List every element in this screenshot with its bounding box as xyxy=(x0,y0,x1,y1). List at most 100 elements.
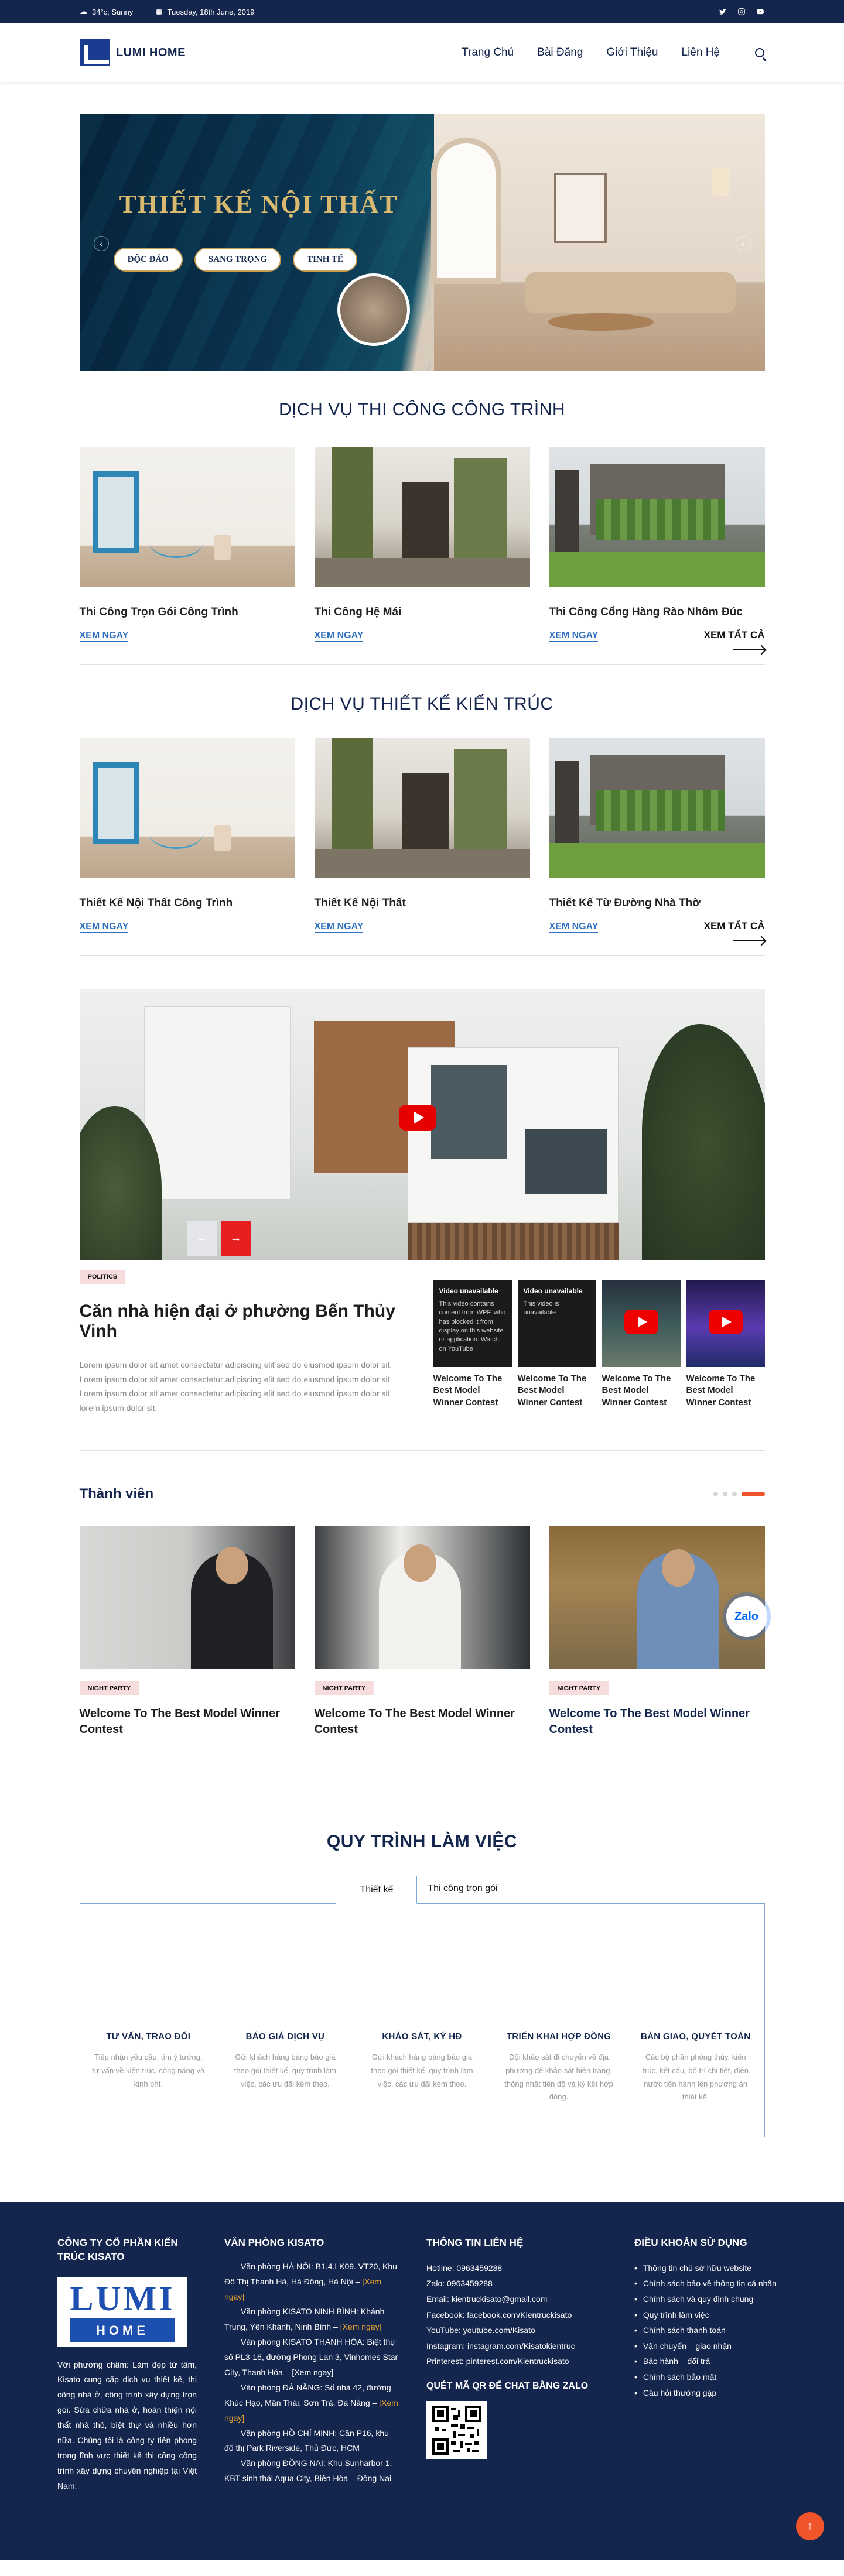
hero-pills: ĐỘC ĐÁO SANG TRỌNG TINH TẾ xyxy=(113,248,357,272)
view-now-link[interactable]: XEM NGAY xyxy=(79,631,129,642)
office-link[interactable]: [Xem ngay] xyxy=(340,2322,382,2331)
terms-link[interactable]: Chính sách bảo mật xyxy=(634,2369,787,2385)
top-bar: ☁ 34°c, Sunny ▦ Tuesday, 18th June, 2019 xyxy=(0,0,844,23)
member-card: NIGHT PARTY Welcome To The Best Model Wi… xyxy=(549,1526,765,1738)
search-icon[interactable] xyxy=(755,48,764,57)
service-caption[interactable]: Thi Công Cổng Hàng Rào Nhôm Đúc xyxy=(549,606,765,619)
member-photo[interactable] xyxy=(549,1526,765,1669)
member-photo[interactable] xyxy=(79,1526,295,1669)
service-image[interactable] xyxy=(79,738,295,878)
instagram-icon[interactable] xyxy=(737,8,746,16)
contact-facebook[interactable]: Facebook: facebook.com/Kientruckisato xyxy=(426,2307,608,2323)
arrow-left-icon[interactable]: ← xyxy=(187,1221,217,1256)
weather-info: ☁ 34°c, Sunny xyxy=(80,7,133,16)
service-caption[interactable]: Thiết Kế Từ Đường Nhà Thờ xyxy=(549,897,765,910)
view-now-link[interactable]: XEM NGAY xyxy=(549,631,599,642)
youtube-play-icon[interactable] xyxy=(624,1310,658,1334)
weather-text: 34°c, Sunny xyxy=(92,7,134,16)
hero-slider: THIẾT KẾ NỘI THẤT ĐỘC ĐÁO SANG TRỌNG TIN… xyxy=(79,114,765,371)
office-address: Văn phòng ĐÀ NẴNG: Số nhà 42, đường Khúc… xyxy=(224,2382,398,2423)
carousel-dot[interactable] xyxy=(722,1492,727,1496)
hero-pill: ĐỘC ĐÁO xyxy=(113,248,183,272)
view-now-link[interactable]: XEM NGAY xyxy=(314,631,364,642)
carousel-dot-active[interactable] xyxy=(741,1492,765,1496)
view-now-link[interactable]: XEM NGAY xyxy=(549,922,599,933)
contact-zalo[interactable]: Zalo: 0963459288 xyxy=(426,2276,608,2291)
video-title[interactable]: Căn nhà hiện đại ở phường Bến Thủy Vinh xyxy=(80,1301,419,1341)
contact-hotline[interactable]: Hotline: 0963459288 xyxy=(426,2260,608,2276)
service-image[interactable] xyxy=(314,738,530,878)
terms-link[interactable]: Thông tin chủ sở hữu website xyxy=(634,2260,787,2276)
youtube-play-icon[interactable] xyxy=(398,1105,436,1131)
service-image[interactable] xyxy=(314,447,530,587)
member-tag[interactable]: NIGHT PARTY xyxy=(549,1681,609,1695)
view-now-link[interactable]: XEM NGAY xyxy=(314,922,364,933)
site-logo[interactable]: LUMI HOME xyxy=(80,39,186,66)
terms-link[interactable]: Quy trình làm việc xyxy=(634,2307,787,2323)
youtube-icon[interactable] xyxy=(756,8,764,16)
footer-terms-title: ĐIỀU KHOẢN SỬ DỤNG xyxy=(634,2237,747,2248)
back-to-top-icon[interactable]: ↑ xyxy=(796,2512,824,2540)
member-name[interactable]: Welcome To The Best Model Winner Contest xyxy=(315,1706,530,1738)
member-name[interactable]: Welcome To The Best Model Winner Contest xyxy=(549,1706,765,1738)
process-step: TRIỂN KHAI HỢP ĐỒNG Đội khảo sát đi chuy… xyxy=(500,2032,617,2137)
thumb-caption[interactable]: Welcome To The Best Model Winner Contest xyxy=(602,1373,681,1409)
contact-email[interactable]: Email: kientruckisato@gmail.com xyxy=(426,2291,608,2307)
nav-about[interactable]: Giới Thiệu xyxy=(606,46,658,59)
contact-youtube[interactable]: YouTube: youtube.com/Kisato xyxy=(426,2322,608,2338)
member-tag[interactable]: NIGHT PARTY xyxy=(314,1681,374,1695)
terms-link[interactable]: Vận chuyển – giao nhận xyxy=(634,2338,787,2354)
footer-offices-title: VĂN PHÒNG KISATO xyxy=(224,2237,324,2248)
tab-full-construction[interactable]: Thi công trọn gói xyxy=(417,1875,508,1903)
member-photo[interactable] xyxy=(314,1526,530,1669)
contact-pinterest[interactable]: Printerest: pinterest.com/Kientruckisato xyxy=(426,2354,608,2369)
tab-design[interactable]: Thiết kế xyxy=(336,1876,418,1904)
service-caption[interactable]: Thi Công Hệ Mái xyxy=(315,606,530,619)
video-thumbnails: Video unavailable This video contains co… xyxy=(433,1280,765,1415)
carousel-dot[interactable] xyxy=(732,1492,737,1496)
member-tag[interactable]: NIGHT PARTY xyxy=(79,1681,139,1695)
terms-link[interactable]: Bảo hành – đổi trả xyxy=(634,2354,787,2369)
featured-video[interactable]: ← → xyxy=(79,989,765,1260)
footer-contact: THÔNG TIN LIÊN HỆ Hotline: 0963459288 Za… xyxy=(426,2236,608,2494)
logo-mark-icon xyxy=(80,39,110,66)
terms-link[interactable]: Chính sách bảo vệ thông tin cá nhân xyxy=(634,2276,787,2291)
service-image[interactable] xyxy=(549,738,765,878)
twitter-icon[interactable] xyxy=(719,8,727,16)
service-caption[interactable]: Thi Công Trọn Gói Công Trình xyxy=(80,606,295,619)
terms-link[interactable]: Chính sách thanh toán xyxy=(634,2322,787,2338)
nav-posts[interactable]: Bài Đăng xyxy=(537,46,583,59)
step-text: Đội khảo sát đi chuyển về địa phương để … xyxy=(504,2053,613,2102)
service-card: Thiết Kế Từ Đường Nhà Thờ XEM NGAY xyxy=(549,738,765,933)
hero-next-arrow-icon[interactable]: › xyxy=(735,236,751,251)
member-name[interactable]: Welcome To The Best Model Winner Contest xyxy=(80,1706,295,1738)
youtube-play-icon[interactable] xyxy=(708,1310,743,1334)
process-panel: TƯ VẤN, TRAO ĐỔI Tiếp nhận yêu cầu, tìm … xyxy=(79,1903,765,2137)
service-caption[interactable]: Thiết Kế Nội Thất Công Trình xyxy=(80,897,295,910)
arrow-right-icon[interactable]: → xyxy=(221,1221,251,1256)
terms-link[interactable]: Chính sách và quy định chung xyxy=(634,2291,787,2307)
hero-prev-arrow-icon[interactable]: ‹ xyxy=(93,236,109,251)
video-nav: ← → xyxy=(187,1221,251,1256)
contact-instagram[interactable]: Instagram: instagram.com/Kisatokientruc xyxy=(426,2338,608,2354)
footer-logo: LUMI HOME xyxy=(57,2276,187,2347)
video-thumbnail[interactable]: Welcome To The Best Model Winner Contest xyxy=(686,1280,765,1415)
nav-home[interactable]: Trang Chủ xyxy=(462,46,514,59)
video-thumbnail[interactable]: Video unavailable This video is unavaila… xyxy=(517,1280,596,1415)
terms-link[interactable]: Câu hỏi thường gặp xyxy=(634,2385,787,2401)
thumb-caption[interactable]: Welcome To The Best Model Winner Contest xyxy=(433,1373,512,1409)
sofa xyxy=(524,272,736,313)
service-card: Thiết Kế Nội Thất Công Trình XEM NGAY xyxy=(79,738,295,933)
zalo-chat-button[interactable]: Zalo xyxy=(726,1596,767,1637)
view-now-link[interactable]: XEM NGAY xyxy=(79,922,129,933)
nav-contact[interactable]: Liên Hệ xyxy=(682,46,720,59)
video-thumbnail[interactable]: Welcome To The Best Model Winner Contest xyxy=(602,1280,681,1415)
service-image[interactable] xyxy=(79,447,295,587)
thumb-caption[interactable]: Welcome To The Best Model Winner Contest xyxy=(686,1373,765,1409)
category-tag[interactable]: POLITICS xyxy=(79,1270,126,1284)
carousel-dot[interactable] xyxy=(713,1492,718,1496)
service-caption[interactable]: Thiết Kế Nội Thất xyxy=(315,897,530,910)
video-thumbnail[interactable]: Video unavailable This video contains co… xyxy=(433,1280,512,1415)
service-image[interactable] xyxy=(549,447,765,587)
thumb-caption[interactable]: Welcome To The Best Model Winner Contest xyxy=(518,1373,596,1409)
